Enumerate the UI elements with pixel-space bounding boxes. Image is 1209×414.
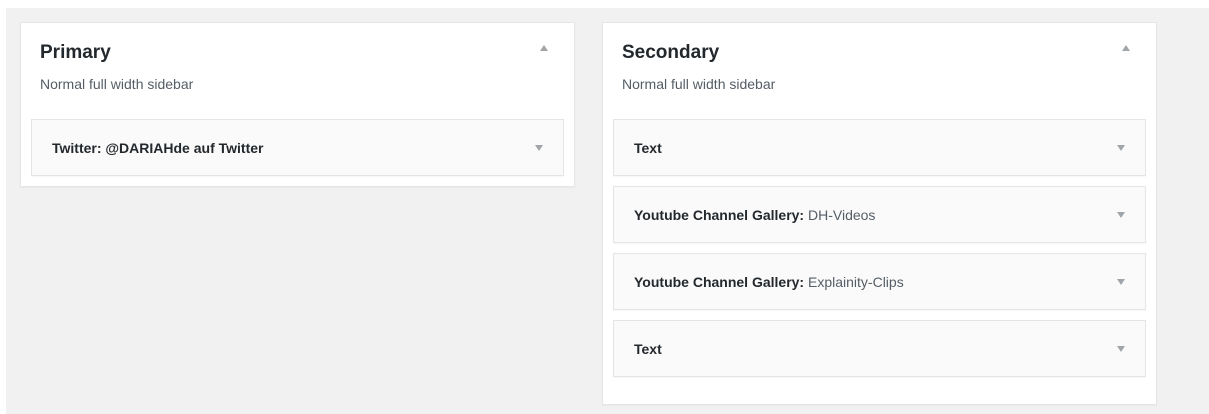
widget-instance-title: DH-Videos <box>808 207 876 223</box>
sidebar-title: Secondary <box>622 42 720 63</box>
sidebar-secondary-header[interactable]: Secondary Normal full width sidebar <box>603 23 1156 119</box>
widget-type: Youtube Channel Gallery: <box>634 274 805 290</box>
widget-title: Twitter: @DARIAHde auf Twitter <box>52 138 263 158</box>
sidebar-title: Primary <box>40 42 111 63</box>
sidebar-secondary: Secondary Normal full width sidebar Text… <box>602 22 1157 405</box>
expand-arrow-icon[interactable] <box>1117 212 1125 218</box>
sidebar-primary-header[interactable]: Primary Normal full width sidebar <box>21 23 574 119</box>
widget-text-1[interactable]: Text <box>613 119 1146 176</box>
sidebar-description: Normal full width sidebar <box>40 76 194 92</box>
widget-title: Text <box>634 138 662 158</box>
widgets-area: Primary Normal full width sidebar Twitte… <box>6 8 1209 414</box>
sidebar-description: Normal full width sidebar <box>622 76 776 92</box>
expand-arrow-icon[interactable] <box>1117 145 1125 151</box>
widget-title: Text <box>634 339 662 359</box>
widget-type: Twitter: <box>52 140 102 156</box>
widget-instance-title: @DARIAHde auf Twitter <box>105 140 264 156</box>
widget-youtube-dh-videos[interactable]: Youtube Channel Gallery: DH-Videos <box>613 186 1146 243</box>
expand-arrow-icon[interactable] <box>1117 279 1125 285</box>
collapse-arrow-icon[interactable] <box>1122 45 1130 51</box>
widget-instance-title: Explainity-Clips <box>808 274 904 290</box>
widget-title: Youtube Channel Gallery: DH-Videos <box>634 205 875 225</box>
widget-type: Youtube Channel Gallery: <box>634 207 805 223</box>
collapse-arrow-icon[interactable] <box>540 45 548 51</box>
widget-text-2[interactable]: Text <box>613 320 1146 377</box>
widget-type: Text <box>634 341 662 357</box>
widget-twitter[interactable]: Twitter: @DARIAHde auf Twitter <box>31 119 564 176</box>
sidebar-primary: Primary Normal full width sidebar Twitte… <box>20 22 575 187</box>
widget-youtube-explainity-clips[interactable]: Youtube Channel Gallery: Explainity-Clip… <box>613 253 1146 310</box>
expand-arrow-icon[interactable] <box>535 145 543 151</box>
widget-type: Text <box>634 140 662 156</box>
widget-title: Youtube Channel Gallery: Explainity-Clip… <box>634 272 904 292</box>
expand-arrow-icon[interactable] <box>1117 346 1125 352</box>
